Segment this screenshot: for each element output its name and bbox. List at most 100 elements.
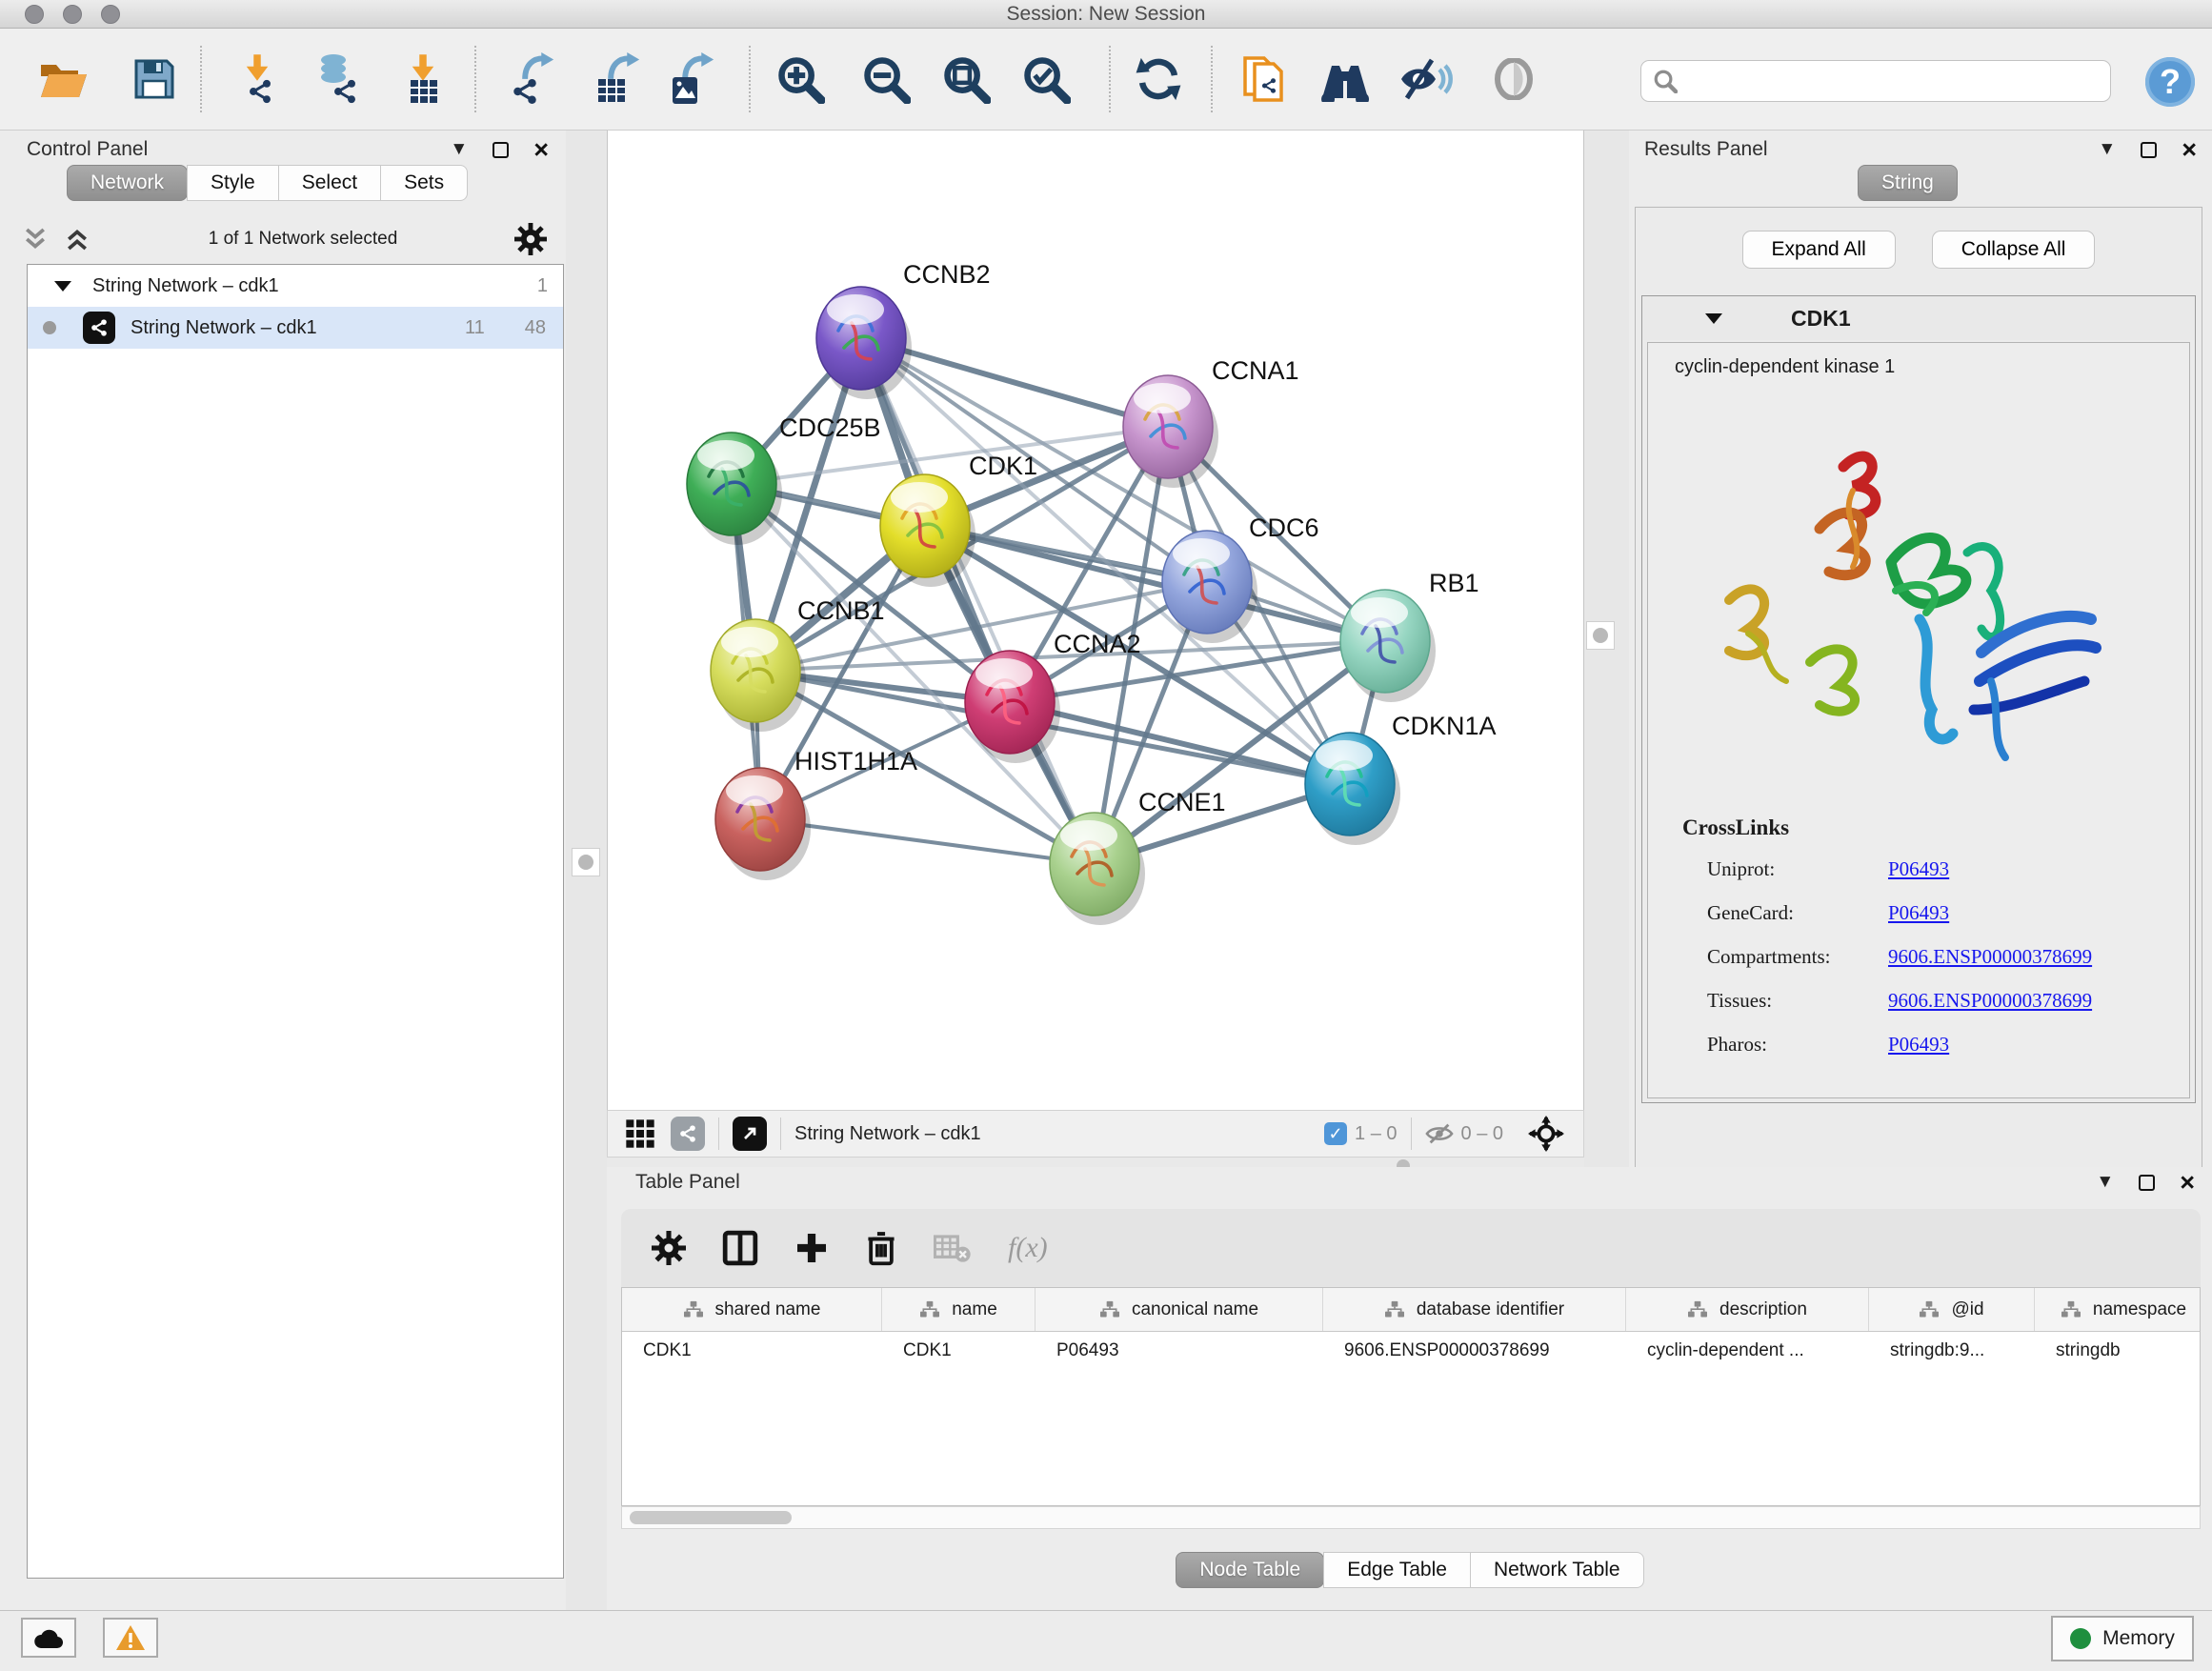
right-splitter-handle[interactable] [1586,621,1615,650]
network-options-gear-icon[interactable] [514,223,547,255]
column-header--id[interactable]: @id [1869,1288,2035,1331]
minimize-window-button[interactable] [63,5,82,24]
node-HIST1H1A[interactable]: HIST1H1A [715,747,917,880]
control-panel-float-icon[interactable] [493,142,509,158]
control-panel-title: Control Panel [27,138,148,161]
column-header-canonical-name[interactable]: canonical name [1036,1288,1323,1331]
tab-node-table[interactable]: Node Table [1176,1552,1324,1588]
import-table-button[interactable] [389,45,457,113]
results-panel-close-icon[interactable]: × [2182,142,2197,158]
crosslink-link[interactable]: 9606.ENSP00000378699 [1888,945,2092,969]
column-header-database-identifier[interactable]: database identifier [1323,1288,1626,1331]
table-cell[interactable]: cyclin-dependent ... [1626,1340,1869,1361]
left-splitter[interactable] [566,131,607,1610]
node-table[interactable]: shared namenamecanonical namedatabase id… [621,1287,2201,1506]
results-panel-title: Results Panel [1644,138,1768,161]
collection-expander-icon[interactable] [54,281,71,292]
tab-sets[interactable]: Sets [380,165,468,201]
column-header-description[interactable]: description [1626,1288,1869,1331]
table-row[interactable]: CDK1CDK1P064939606.ENSP00000378699cyclin… [622,1332,2200,1370]
export-network-button[interactable] [497,45,566,113]
grid-view-icon[interactable] [625,1118,655,1149]
network-canvas[interactable]: CCNB2CCNA1CDC25BCDK1CDC6RB1CCNB1CCNA2CDK… [607,131,1584,1110]
show-columns-icon[interactable] [722,1230,758,1266]
edge-CCNB2-CCNE1[interactable] [861,338,1095,864]
help-button[interactable]: ? [2145,57,2195,107]
table-cell[interactable]: stringdb:9... [1869,1340,2035,1361]
table-cell[interactable]: CDK1 [882,1340,1036,1361]
close-window-button[interactable] [25,5,44,24]
memory-button[interactable]: Memory [2051,1616,2194,1661]
warning-icon [115,1624,146,1651]
table-cell[interactable]: stringdb [2035,1340,2201,1361]
import-network-file-button[interactable] [223,45,292,113]
table-panel-close-icon[interactable]: × [2180,1175,2195,1191]
crosslink-link[interactable]: P06493 [1888,857,1949,881]
node-label-CCNE1: CCNE1 [1138,788,1226,816]
network-nodes[interactable]: CCNB2CCNA1CDC25BCDK1CDC6RB1CCNB1CCNA2CDK… [687,260,1497,925]
create-column-plus-icon[interactable] [794,1231,829,1265]
expand-all-button[interactable]: Expand All [1742,231,1896,269]
node-RB1[interactable]: RB1 [1340,569,1479,702]
control-panel-menu-icon[interactable]: ▼ [450,139,468,160]
export-table-button[interactable] [583,45,652,113]
control-panel-close-icon[interactable]: × [533,142,549,158]
cloud-status-button[interactable] [21,1618,76,1658]
new-network-from-selection-button[interactable] [1229,45,1297,113]
selected-checkbox-icon[interactable]: ✓ [1324,1122,1347,1145]
results-panel-menu-icon[interactable]: ▼ [2098,139,2116,160]
node-CCNE1[interactable]: CCNE1 [1050,788,1226,925]
expand-all-icon[interactable] [63,225,91,253]
zoom-selected-button[interactable] [1012,45,1080,113]
scrollbar-thumb[interactable] [630,1511,792,1524]
node-CDKN1A[interactable]: CDKN1A [1305,712,1497,845]
zoom-window-button[interactable] [101,5,120,24]
save-session-button[interactable] [120,45,189,113]
open-in-browser-icon[interactable] [733,1117,767,1151]
crosslink-link[interactable]: P06493 [1888,1033,1949,1057]
table-horizontal-scrollbar[interactable] [621,1506,2201,1529]
open-session-button[interactable] [29,45,97,113]
delete-column-trash-icon[interactable] [865,1230,897,1266]
crosslink-row: Tissues:9606.ENSP00000378699 [1707,989,2092,1013]
refresh-button[interactable] [1124,45,1193,113]
zoom-in-button[interactable] [766,45,835,113]
zoom-fit-button[interactable] [932,45,1000,113]
import-network-database-button[interactable] [303,45,372,113]
zoom-out-button[interactable] [852,45,920,113]
birds-eye-toggle-icon[interactable] [1528,1116,1564,1152]
tab-string[interactable]: String [1858,165,1958,201]
column-header-namespace[interactable]: namespace [2035,1288,2201,1331]
tab-style[interactable]: Style [187,165,279,201]
find-binoculars-button[interactable] [1311,45,1379,113]
node-CDC6[interactable]: CDC6 [1162,513,1319,643]
left-splitter-handle[interactable] [572,848,600,876]
warning-status-button[interactable] [103,1618,158,1658]
collapse-all-icon[interactable] [21,225,50,253]
column-header-shared-name[interactable]: shared name [622,1288,882,1331]
results-panel-float-icon[interactable] [2141,142,2157,158]
table-panel-menu-icon[interactable]: ▼ [2096,1172,2114,1193]
show-eye-button[interactable] [1479,45,1548,113]
export-image-button[interactable] [657,45,726,113]
tab-edge-table[interactable]: Edge Table [1323,1552,1471,1588]
table-cell[interactable]: 9606.ENSP00000378699 [1323,1340,1626,1361]
collapse-all-button[interactable]: Collapse All [1932,231,2096,269]
column-header-name[interactable]: name [882,1288,1036,1331]
search-input[interactable] [1640,60,2111,102]
crosslink-link[interactable]: 9606.ENSP00000378699 [1888,989,2092,1013]
network-collection-row[interactable]: String Network – cdk1 1 [28,265,563,307]
crosslink-link[interactable]: P06493 [1888,901,1949,925]
network-row-selected[interactable]: String Network – cdk1 11 48 [28,307,563,349]
table-cell[interactable]: CDK1 [622,1340,882,1361]
section-expander-icon[interactable] [1705,313,1722,324]
table-panel-float-icon[interactable] [2139,1175,2155,1191]
table-cell[interactable]: P06493 [1036,1340,1323,1361]
string-view-icon[interactable] [671,1117,705,1151]
tab-select[interactable]: Select [278,165,381,201]
hide-unhide-button[interactable] [1392,45,1460,113]
network-label: String Network – cdk1 [131,317,317,339]
tab-network[interactable]: Network [67,165,188,201]
tab-network-table[interactable]: Network Table [1470,1552,1644,1588]
table-options-gear-icon[interactable] [652,1231,686,1265]
